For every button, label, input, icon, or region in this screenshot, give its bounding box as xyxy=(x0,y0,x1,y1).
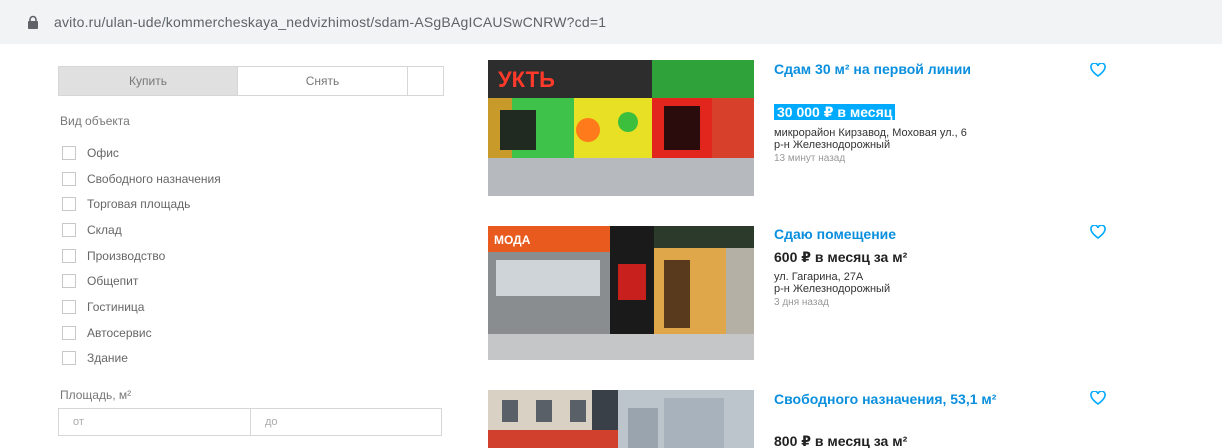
object-type-option-car-service[interactable]: Автосервис xyxy=(62,320,221,346)
option-label: Гостиница xyxy=(87,299,145,314)
svg-text:МОДА: МОДА xyxy=(494,233,531,247)
checkbox[interactable] xyxy=(62,248,76,263)
checkbox[interactable] xyxy=(62,145,76,160)
listing-title-link[interactable]: Сдам 30 м² на первой линии xyxy=(774,60,1074,79)
url-text[interactable]: avito.ru/ulan-ude/kommercheskaya_nedvizh… xyxy=(54,14,606,30)
option-label: Офис xyxy=(87,145,119,160)
object-type-option-free-purpose[interactable]: Свободного назначения xyxy=(62,166,221,192)
address-bar[interactable]: avito.ru/ulan-ude/kommercheskaya_nedvizh… xyxy=(0,0,1222,44)
listing-district: р-н Железнодорожный xyxy=(774,283,891,295)
listing-price: 30 000 ₽ в месяц xyxy=(774,103,896,121)
object-type-option-hotel[interactable]: Гостиница xyxy=(62,294,221,320)
listing-address: микрорайон Кирзавод, Моховая ул., 6 xyxy=(774,127,967,139)
listing-address: ул. Гагарина, 27А xyxy=(774,271,864,283)
listing-time: 13 минут назад xyxy=(774,153,846,164)
object-type-label: Вид объекта xyxy=(60,114,130,128)
area-to-input[interactable] xyxy=(251,409,441,435)
option-label: Торговая площадь xyxy=(87,197,191,212)
listing-price: 800 ₽ в месяц за м² xyxy=(774,433,908,448)
object-type-option-production[interactable]: Производство xyxy=(62,243,221,269)
favorite-heart-icon[interactable] xyxy=(1090,391,1106,405)
area-label: Площадь, м² xyxy=(60,388,132,402)
checkbox[interactable] xyxy=(62,351,76,366)
checkbox[interactable] xyxy=(62,171,76,186)
checkbox[interactable] xyxy=(62,222,76,237)
area-range xyxy=(58,408,442,436)
option-label: Склад xyxy=(87,222,122,237)
listing-time: 3 дня назад xyxy=(774,297,829,308)
option-label: Общепит xyxy=(87,274,139,289)
checkbox[interactable] xyxy=(62,197,76,212)
option-label: Здание xyxy=(87,351,128,366)
checkbox[interactable] xyxy=(62,325,76,340)
listing-photo[interactable]: УКТЬ xyxy=(488,60,754,196)
tab-buy[interactable]: Купить xyxy=(59,67,237,95)
listing-price-value: 30 000 ₽ в месяц xyxy=(774,104,896,120)
option-label: Производство xyxy=(87,248,166,263)
option-label: Автосервис xyxy=(87,325,152,340)
object-type-list: Офис Свободного назначения Торговая площ… xyxy=(62,140,221,371)
object-type-option-catering[interactable]: Общепит xyxy=(62,268,221,294)
listing-photo[interactable] xyxy=(488,390,754,448)
svg-text:УКТЬ: УКТЬ xyxy=(498,67,555,92)
listing-title-link[interactable]: Свободного назначения, 53,1 м² xyxy=(774,390,1074,409)
tab-rent[interactable]: Снять xyxy=(237,67,407,95)
object-type-option-building[interactable]: Здание xyxy=(62,346,221,372)
listing-district: р-н Железнодорожный xyxy=(774,139,891,151)
lock-icon[interactable] xyxy=(26,15,40,29)
listing-photo[interactable]: МОДА xyxy=(488,226,754,360)
listing-title-link[interactable]: Сдаю помещение xyxy=(774,225,1074,244)
favorite-heart-icon[interactable] xyxy=(1090,63,1106,77)
deal-type-switch: Купить Снять xyxy=(58,66,444,96)
checkbox[interactable] xyxy=(62,274,76,289)
checkbox[interactable] xyxy=(62,299,76,314)
object-type-option-office[interactable]: Офис xyxy=(62,140,221,166)
favorite-heart-icon[interactable] xyxy=(1090,225,1106,239)
option-label: Свободного назначения xyxy=(87,171,221,186)
object-type-option-retail[interactable]: Торговая площадь xyxy=(62,191,221,217)
object-type-option-warehouse[interactable]: Склад xyxy=(62,217,221,243)
deal-type-more-button[interactable] xyxy=(407,67,443,95)
area-from-input[interactable] xyxy=(59,409,251,435)
listing-price: 600 ₽ в месяц за м² xyxy=(774,249,908,265)
